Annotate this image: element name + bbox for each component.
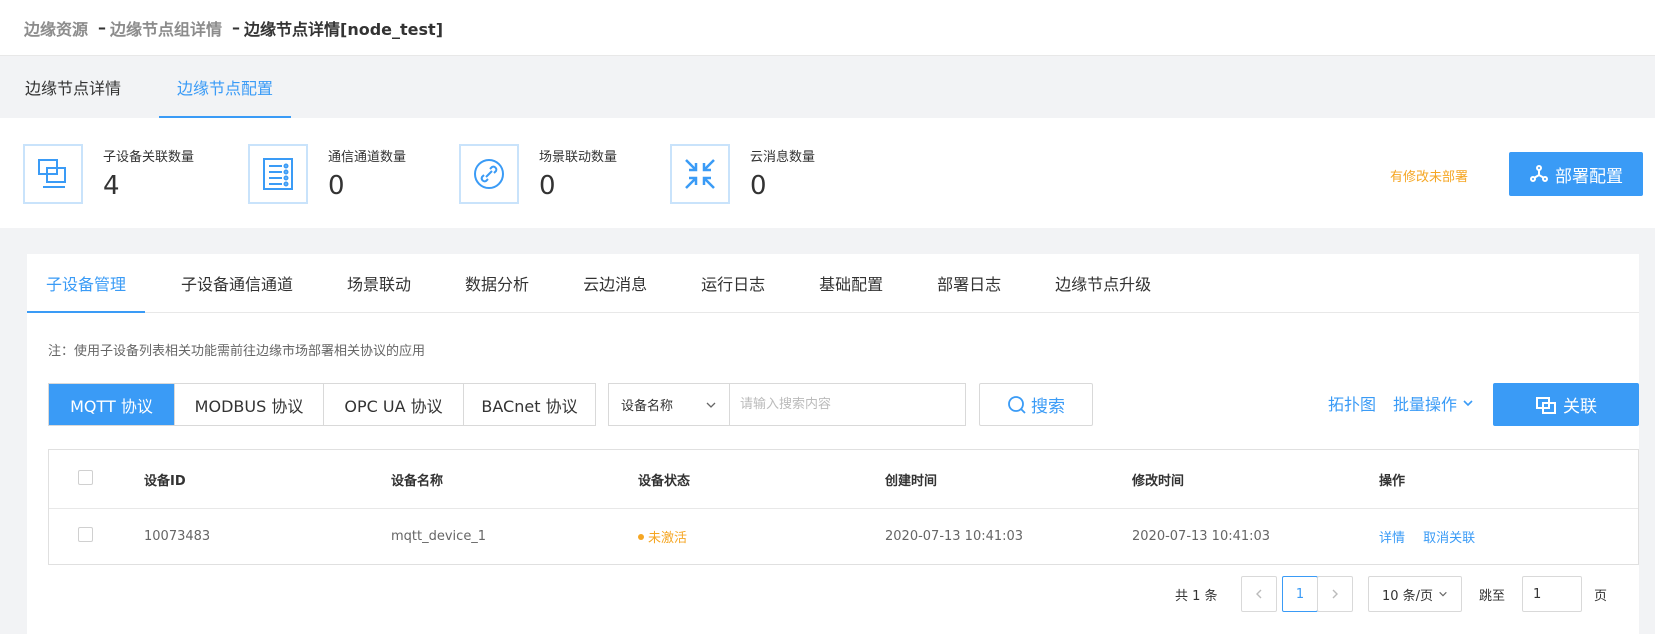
search-icon xyxy=(1008,395,1026,414)
tab-cloud-edge-messages[interactable]: 云边消息 xyxy=(583,254,647,312)
chevron-down-icon xyxy=(1439,591,1447,597)
batch-operations-label: 批量操作 xyxy=(1393,395,1458,414)
chevron-right-icon xyxy=(1332,589,1338,599)
stat-subdevice-count: 子设备关联数量 4 xyxy=(23,144,194,204)
breadcrumb: 边缘资源 – 边缘节点组详情 – 边缘节点详情[node_test] xyxy=(0,0,1655,56)
status-badge: 未激活 xyxy=(638,527,885,546)
chevron-down-icon xyxy=(706,402,716,408)
column-header-created-time: 创建时间 xyxy=(885,473,938,489)
tab-deploy-logs[interactable]: 部署日志 xyxy=(937,254,1001,312)
tab-basic-config[interactable]: 基础配置 xyxy=(819,254,883,312)
column-header-operations: 操作 xyxy=(1379,473,1406,489)
protocol-bacnet[interactable]: BACnet 协议 xyxy=(464,384,595,425)
protocol-mqtt[interactable]: MQTT 协议 xyxy=(49,384,175,425)
jump-to-label: 跳至 xyxy=(1479,589,1506,604)
search-input[interactable] xyxy=(729,383,966,426)
stat-label: 子设备关联数量 xyxy=(103,150,195,165)
stat-label: 通信通道数量 xyxy=(328,150,407,165)
table-row: 10073483 mqtt_device_1 未激活 2020-07-13 10… xyxy=(49,509,1638,564)
stat-label: 场景联动数量 xyxy=(539,150,618,165)
deploy-config-button[interactable]: 部署配置 xyxy=(1509,152,1643,196)
page-size-select[interactable]: 10 条/页 xyxy=(1368,576,1462,612)
stat-value: 4 xyxy=(103,171,120,201)
protocol-opcua[interactable]: OPC UA 协议 xyxy=(324,384,464,425)
status-text: 未激活 xyxy=(648,531,688,546)
status-dot-icon xyxy=(638,533,644,540)
stat-scene-count: 场景联动数量 0 xyxy=(459,144,617,204)
stat-value: 0 xyxy=(328,171,345,201)
page-size-value: 10 条/页 xyxy=(1381,588,1434,604)
tab-runtime-logs[interactable]: 运行日志 xyxy=(701,254,765,312)
breadcrumb-separator: – xyxy=(98,18,107,37)
tab-node-config[interactable]: 边缘节点配置 xyxy=(159,56,292,118)
unassociate-link[interactable]: 取消关联 xyxy=(1423,531,1475,546)
device-status-cell: 未激活 xyxy=(638,527,885,546)
column-header-device-name: 设备名称 xyxy=(391,473,444,489)
tab-data-analysis[interactable]: 数据分析 xyxy=(465,254,529,312)
protocol-filter: MQTT 协议 MODBUS 协议 OPC UA 协议 BACnet 协议 xyxy=(48,383,596,426)
pagination-total: 共 1 条 xyxy=(1175,589,1218,604)
deploy-icon xyxy=(1530,165,1548,182)
pagination: 共 1 条 1 10 条/页 跳至 页 xyxy=(27,576,1639,612)
device-id-cell: 10073483 xyxy=(144,529,211,544)
stat-channel-count: 通信通道数量 0 xyxy=(248,144,406,204)
collapse-arrows-icon xyxy=(670,144,730,204)
associate-button[interactable]: 关联 xyxy=(1493,383,1639,426)
tab-subdevice-management[interactable]: 子设备管理 xyxy=(27,254,146,313)
prev-page-button[interactable] xyxy=(1241,576,1277,612)
channel-list-icon xyxy=(248,144,308,204)
topology-link[interactable]: 拓扑图 xyxy=(1328,391,1376,415)
breadcrumb-item-edge-resources[interactable]: 边缘资源 xyxy=(24,16,88,40)
main-card: 子设备管理 子设备通信通道 场景联动 数据分析 云边消息 运行日志 基础配置 部… xyxy=(27,254,1639,634)
operations-cell: 详情 取消关联 xyxy=(1379,527,1629,546)
breadcrumb-separator: – xyxy=(232,18,241,37)
search-button[interactable]: 搜索 xyxy=(979,383,1093,426)
link-icon xyxy=(459,144,519,204)
chevron-down-icon xyxy=(1463,400,1473,407)
search-field-value: 设备名称 xyxy=(621,399,674,414)
pending-changes-text: 有修改未部署 xyxy=(1390,170,1469,185)
stat-label: 云消息数量 xyxy=(750,150,816,165)
next-page-button[interactable] xyxy=(1317,576,1353,612)
associate-icon xyxy=(1536,396,1556,414)
column-header-modified-time: 修改时间 xyxy=(1132,473,1185,489)
search-field-select[interactable]: 设备名称 xyxy=(608,383,730,426)
tab-scene-linkage[interactable]: 场景联动 xyxy=(347,254,411,312)
row-checkbox[interactable] xyxy=(78,527,93,542)
subdevice-table: 设备ID 设备名称 设备状态 创建时间 修改时间 操作 10073483 mqt… xyxy=(48,449,1639,565)
stat-value: 0 xyxy=(750,171,767,201)
chevron-left-icon xyxy=(1256,589,1262,599)
device-name-cell: mqtt_device_1 xyxy=(391,529,487,544)
stat-value: 0 xyxy=(539,171,556,201)
stats-bar: 子设备关联数量 4 通信通道数量 0 场景联动数量 0 云消息数量 0 有修改未… xyxy=(0,118,1655,228)
protocol-modbus[interactable]: MODBUS 协议 xyxy=(175,384,324,425)
modified-time-cell: 2020-07-13 10:41:03 xyxy=(1132,529,1271,544)
top-tabs: 边缘节点详情 边缘节点配置 xyxy=(0,56,1655,118)
stat-cloud-message-count: 云消息数量 0 xyxy=(670,144,815,204)
sub-tabs: 子设备管理 子设备通信通道 场景联动 数据分析 云边消息 运行日志 基础配置 部… xyxy=(27,254,1639,313)
column-header-device-id: 设备ID xyxy=(144,473,186,489)
page-number-button[interactable]: 1 xyxy=(1282,576,1318,612)
page-unit-label: 页 xyxy=(1594,589,1608,604)
tab-node-upgrade[interactable]: 边缘节点升级 xyxy=(1055,254,1151,312)
breadcrumb-item-current: 边缘节点详情[node_test] xyxy=(244,19,444,39)
column-header-device-status: 设备状态 xyxy=(638,473,691,489)
created-time-cell: 2020-07-13 10:41:03 xyxy=(885,529,1024,544)
details-link[interactable]: 详情 xyxy=(1379,531,1405,546)
table-header: 设备ID 设备名称 设备状态 创建时间 修改时间 操作 xyxy=(49,450,1638,509)
breadcrumb-item-node-group[interactable]: 边缘节点组详情 xyxy=(110,16,222,40)
tab-node-details[interactable]: 边缘节点详情 xyxy=(25,56,121,118)
usage-note: 注：使用子设备列表相关功能需前往边缘市场部署相关协议的应用 xyxy=(48,344,426,359)
batch-operations-dropdown[interactable]: 批量操作 xyxy=(1393,391,1474,415)
tab-subdevice-channel[interactable]: 子设备通信通道 xyxy=(181,254,293,312)
device-copy-icon xyxy=(23,144,83,204)
deploy-config-label: 部署配置 xyxy=(1555,166,1623,186)
select-all-checkbox[interactable] xyxy=(78,469,93,485)
search-button-label: 搜索 xyxy=(1031,397,1065,416)
associate-button-label: 关联 xyxy=(1563,397,1597,416)
jump-to-page-input[interactable] xyxy=(1522,576,1582,612)
